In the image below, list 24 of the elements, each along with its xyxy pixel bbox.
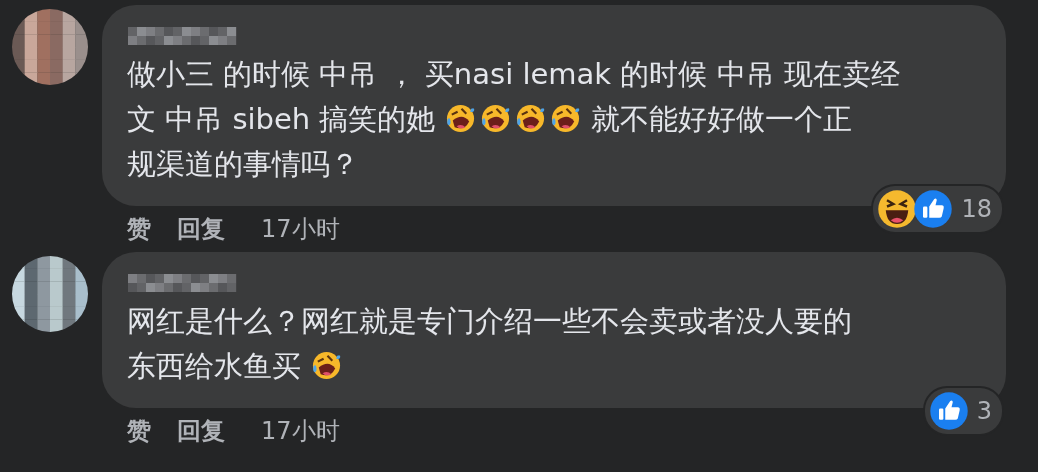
laughing-emoji-icon bbox=[550, 103, 582, 134]
comment-text: 网红是什么？网红就是专门介绍一些不会卖或者没人要的 bbox=[127, 302, 852, 340]
reaction-summary[interactable]: 3 bbox=[924, 388, 1002, 434]
thumbs-up-icon bbox=[913, 189, 954, 229]
comment-text: 东西给水鱼买 bbox=[127, 347, 301, 385]
comment-text: 就不能好好做一个正 bbox=[591, 100, 853, 138]
comment-text: 规渠道的事情吗？ bbox=[127, 145, 359, 183]
like-link[interactable]: 赞 bbox=[127, 414, 151, 448]
laughing-emoji-icon bbox=[515, 103, 547, 134]
laughing-face-icon bbox=[877, 189, 918, 229]
thumbs-up-icon bbox=[928, 391, 969, 431]
reply-link[interactable]: 回复 bbox=[177, 414, 225, 448]
reply-link[interactable]: 回复 bbox=[177, 212, 225, 246]
timestamp[interactable]: 17小时 bbox=[261, 414, 340, 448]
avatar[interactable] bbox=[12, 9, 88, 85]
comment-text: 文 中吊 sibeh 搞笑的她 bbox=[127, 100, 436, 138]
laughing-emoji-icon bbox=[445, 103, 477, 134]
like-link[interactable]: 赞 bbox=[127, 212, 151, 246]
timestamp[interactable]: 17小时 bbox=[261, 212, 340, 246]
laughing-emoji-icon bbox=[311, 350, 342, 381]
reaction-summary[interactable]: 18 bbox=[873, 186, 1002, 232]
comment-text: 做小三 的时候 中吊 ， 买nasi lemak 的时候 中吊 现在卖经 bbox=[127, 55, 900, 93]
laughing-emoji-icon bbox=[480, 103, 512, 134]
avatar[interactable] bbox=[12, 256, 88, 332]
